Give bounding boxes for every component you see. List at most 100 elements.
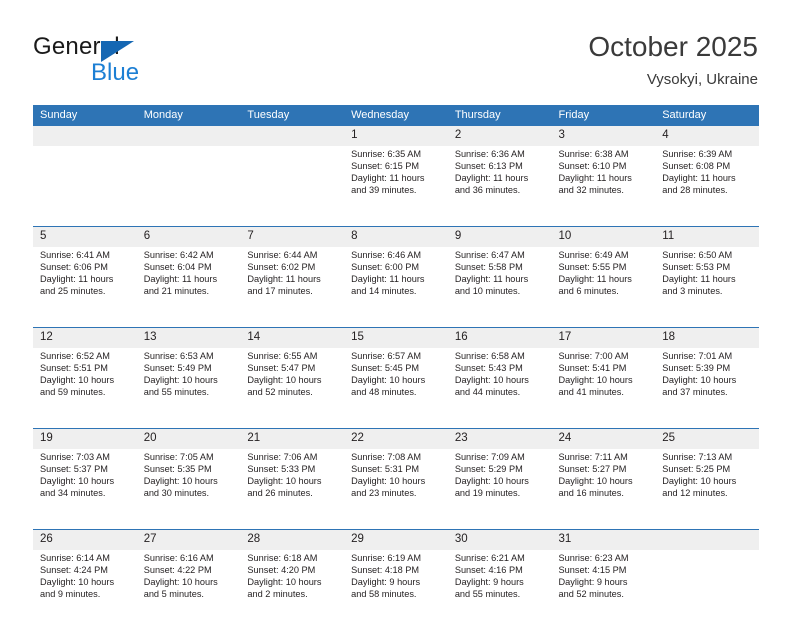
daylight-text-line1: Daylight: 10 hours [247, 577, 322, 588]
day-cell[interactable]: Sunrise: 6:53 AM Sunset: 5:49 PM Dayligh… [136, 348, 241, 429]
day-cell[interactable]: Sunrise: 7:05 AM Sunset: 5:35 PM Dayligh… [136, 449, 241, 530]
day-number[interactable]: 1 [344, 126, 448, 146]
day-cell[interactable]: Sunrise: 6:50 AM Sunset: 5:53 PM Dayligh… [655, 247, 759, 328]
logo-text-blue: Blue [91, 59, 140, 86]
day-cell[interactable]: Sunrise: 6:38 AM Sunset: 6:10 PM Dayligh… [551, 146, 656, 227]
day-cell[interactable] [136, 146, 241, 227]
day-number[interactable]: 6 [136, 226, 241, 247]
day-cell[interactable]: Sunrise: 7:01 AM Sunset: 5:39 PM Dayligh… [655, 348, 759, 429]
sunset-text: Sunset: 6:02 PM [247, 262, 316, 273]
day-cell[interactable]: Sunrise: 6:42 AM Sunset: 6:04 PM Dayligh… [136, 247, 241, 328]
day-cell[interactable]: Sunrise: 6:57 AM Sunset: 5:45 PM Dayligh… [344, 348, 448, 429]
sunrise-text: Sunrise: 6:50 AM [662, 250, 733, 260]
day-number[interactable]: 14 [240, 327, 345, 348]
day-number[interactable]: 19 [33, 428, 137, 449]
sunrise-text: Sunrise: 6:49 AM [558, 250, 629, 260]
day-cell[interactable]: Sunrise: 6:52 AM Sunset: 5:51 PM Dayligh… [33, 348, 137, 429]
day-number[interactable] [33, 126, 137, 146]
day-cell[interactable]: Sunrise: 6:44 AM Sunset: 6:02 PM Dayligh… [240, 247, 345, 328]
daylight-text-line2: and 55 minutes. [454, 589, 521, 600]
weekday-header-thursday: Thursday [447, 105, 552, 126]
day-cell[interactable]: Sunrise: 6:39 AM Sunset: 6:08 PM Dayligh… [655, 146, 759, 227]
day-number[interactable]: 11 [655, 226, 759, 247]
daylight-text-line2: and 3 minutes. [662, 286, 723, 297]
day-number[interactable]: 20 [136, 428, 241, 449]
day-number[interactable]: 5 [33, 226, 137, 247]
day-number[interactable]: 10 [551, 226, 656, 247]
day-number[interactable]: 24 [551, 428, 656, 449]
day-cell[interactable]: Sunrise: 7:06 AM Sunset: 5:33 PM Dayligh… [240, 449, 345, 530]
general-blue-logo[interactable]: General Blue [33, 33, 213, 86]
day-number[interactable]: 23 [447, 428, 552, 449]
daylight-text-line2: and 36 minutes. [454, 185, 521, 196]
sunrise-text: Sunrise: 6:46 AM [351, 250, 422, 260]
day-cell[interactable]: Sunrise: 7:11 AM Sunset: 5:27 PM Dayligh… [551, 449, 656, 530]
day-number[interactable]: 3 [551, 126, 656, 146]
day-cell[interactable]: Sunrise: 6:47 AM Sunset: 5:58 PM Dayligh… [447, 247, 552, 328]
day-number[interactable]: 29 [344, 529, 448, 550]
day-cell[interactable]: Sunrise: 6:21 AM Sunset: 4:16 PM Dayligh… [447, 550, 552, 630]
day-cell[interactable]: Sunrise: 6:18 AM Sunset: 4:20 PM Dayligh… [240, 550, 345, 630]
day-number[interactable] [655, 529, 759, 550]
day-number[interactable]: 28 [240, 529, 345, 550]
day-cell[interactable]: Sunrise: 6:23 AM Sunset: 4:15 PM Dayligh… [551, 550, 656, 630]
day-cell[interactable] [240, 146, 345, 227]
day-number[interactable]: 15 [344, 327, 448, 348]
day-number[interactable] [136, 126, 241, 146]
day-cell[interactable]: Sunrise: 7:03 AM Sunset: 5:37 PM Dayligh… [33, 449, 137, 530]
day-number[interactable]: 26 [33, 529, 137, 550]
calendar-grid: Sunday Monday Tuesday Wednesday Thursday… [33, 105, 759, 630]
daylight-text-line2: and 5 minutes. [143, 589, 204, 600]
day-cell[interactable]: Sunrise: 6:49 AM Sunset: 5:55 PM Dayligh… [551, 247, 656, 328]
day-number[interactable]: 16 [447, 327, 552, 348]
daylight-text-line1: Daylight: 11 hours [454, 274, 529, 285]
week-4-daynumbers: 19 20 21 22 23 24 25 [33, 428, 759, 449]
daylight-text-line1: Daylight: 11 hours [558, 173, 632, 184]
day-number[interactable]: 27 [136, 529, 241, 550]
day-number[interactable]: 12 [33, 327, 137, 348]
day-number[interactable]: 7 [240, 226, 345, 247]
day-cell[interactable]: Sunrise: 7:09 AM Sunset: 5:29 PM Dayligh… [447, 449, 552, 530]
day-cell[interactable]: Sunrise: 6:35 AM Sunset: 6:15 PM Dayligh… [344, 146, 448, 227]
day-cell[interactable]: Sunrise: 6:14 AM Sunset: 4:24 PM Dayligh… [33, 550, 137, 630]
day-number[interactable]: 17 [551, 327, 656, 348]
day-cell[interactable]: Sunrise: 6:36 AM Sunset: 6:13 PM Dayligh… [447, 146, 552, 227]
sunset-text: Sunset: 6:10 PM [558, 161, 627, 172]
daylight-text-line1: Daylight: 10 hours [454, 476, 529, 487]
sunset-text: Sunset: 5:58 PM [454, 262, 523, 273]
sunrise-text: Sunrise: 6:47 AM [454, 250, 525, 260]
day-cell[interactable]: Sunrise: 7:00 AM Sunset: 5:41 PM Dayligh… [551, 348, 656, 429]
day-cell[interactable] [655, 550, 759, 630]
sunset-text: Sunset: 5:35 PM [143, 464, 212, 475]
day-number[interactable]: 21 [240, 428, 345, 449]
day-number[interactable]: 31 [551, 529, 656, 550]
day-number[interactable]: 2 [447, 126, 552, 146]
day-number[interactable]: 13 [136, 327, 241, 348]
day-number[interactable] [240, 126, 345, 146]
sunrise-text: Sunrise: 6:55 AM [247, 351, 318, 361]
sunrise-text: Sunrise: 6:57 AM [351, 351, 422, 361]
day-cell[interactable]: Sunrise: 6:55 AM Sunset: 5:47 PM Dayligh… [240, 348, 345, 429]
day-number[interactable]: 18 [655, 327, 759, 348]
daylight-text-line1: Daylight: 10 hours [40, 577, 115, 588]
day-cell[interactable]: Sunrise: 6:58 AM Sunset: 5:43 PM Dayligh… [447, 348, 552, 429]
day-number[interactable]: 4 [655, 126, 759, 146]
day-cell[interactable]: Sunrise: 6:46 AM Sunset: 6:00 PM Dayligh… [344, 247, 448, 328]
day-number[interactable]: 25 [655, 428, 759, 449]
day-number[interactable]: 8 [344, 226, 448, 247]
day-cell[interactable]: Sunrise: 6:16 AM Sunset: 4:22 PM Dayligh… [136, 550, 241, 630]
day-cell[interactable]: Sunrise: 6:41 AM Sunset: 6:06 PM Dayligh… [33, 247, 137, 328]
day-cell[interactable] [33, 146, 137, 227]
sunset-text: Sunset: 5:25 PM [662, 464, 731, 475]
daylight-text-line2: and 34 minutes. [40, 488, 106, 499]
daylight-text-line2: and 28 minutes. [662, 185, 728, 196]
day-number[interactable]: 22 [344, 428, 448, 449]
daylight-text-line1: Daylight: 11 hours [351, 274, 425, 285]
day-cell[interactable]: Sunrise: 6:19 AM Sunset: 4:18 PM Dayligh… [344, 550, 448, 630]
day-number[interactable]: 30 [447, 529, 552, 550]
sunset-text: Sunset: 4:15 PM [558, 565, 627, 576]
day-cell[interactable]: Sunrise: 7:13 AM Sunset: 5:25 PM Dayligh… [655, 449, 759, 530]
daylight-text-line2: and 14 minutes. [351, 286, 417, 297]
day-number[interactable]: 9 [447, 226, 552, 247]
day-cell[interactable]: Sunrise: 7:08 AM Sunset: 5:31 PM Dayligh… [344, 449, 448, 530]
